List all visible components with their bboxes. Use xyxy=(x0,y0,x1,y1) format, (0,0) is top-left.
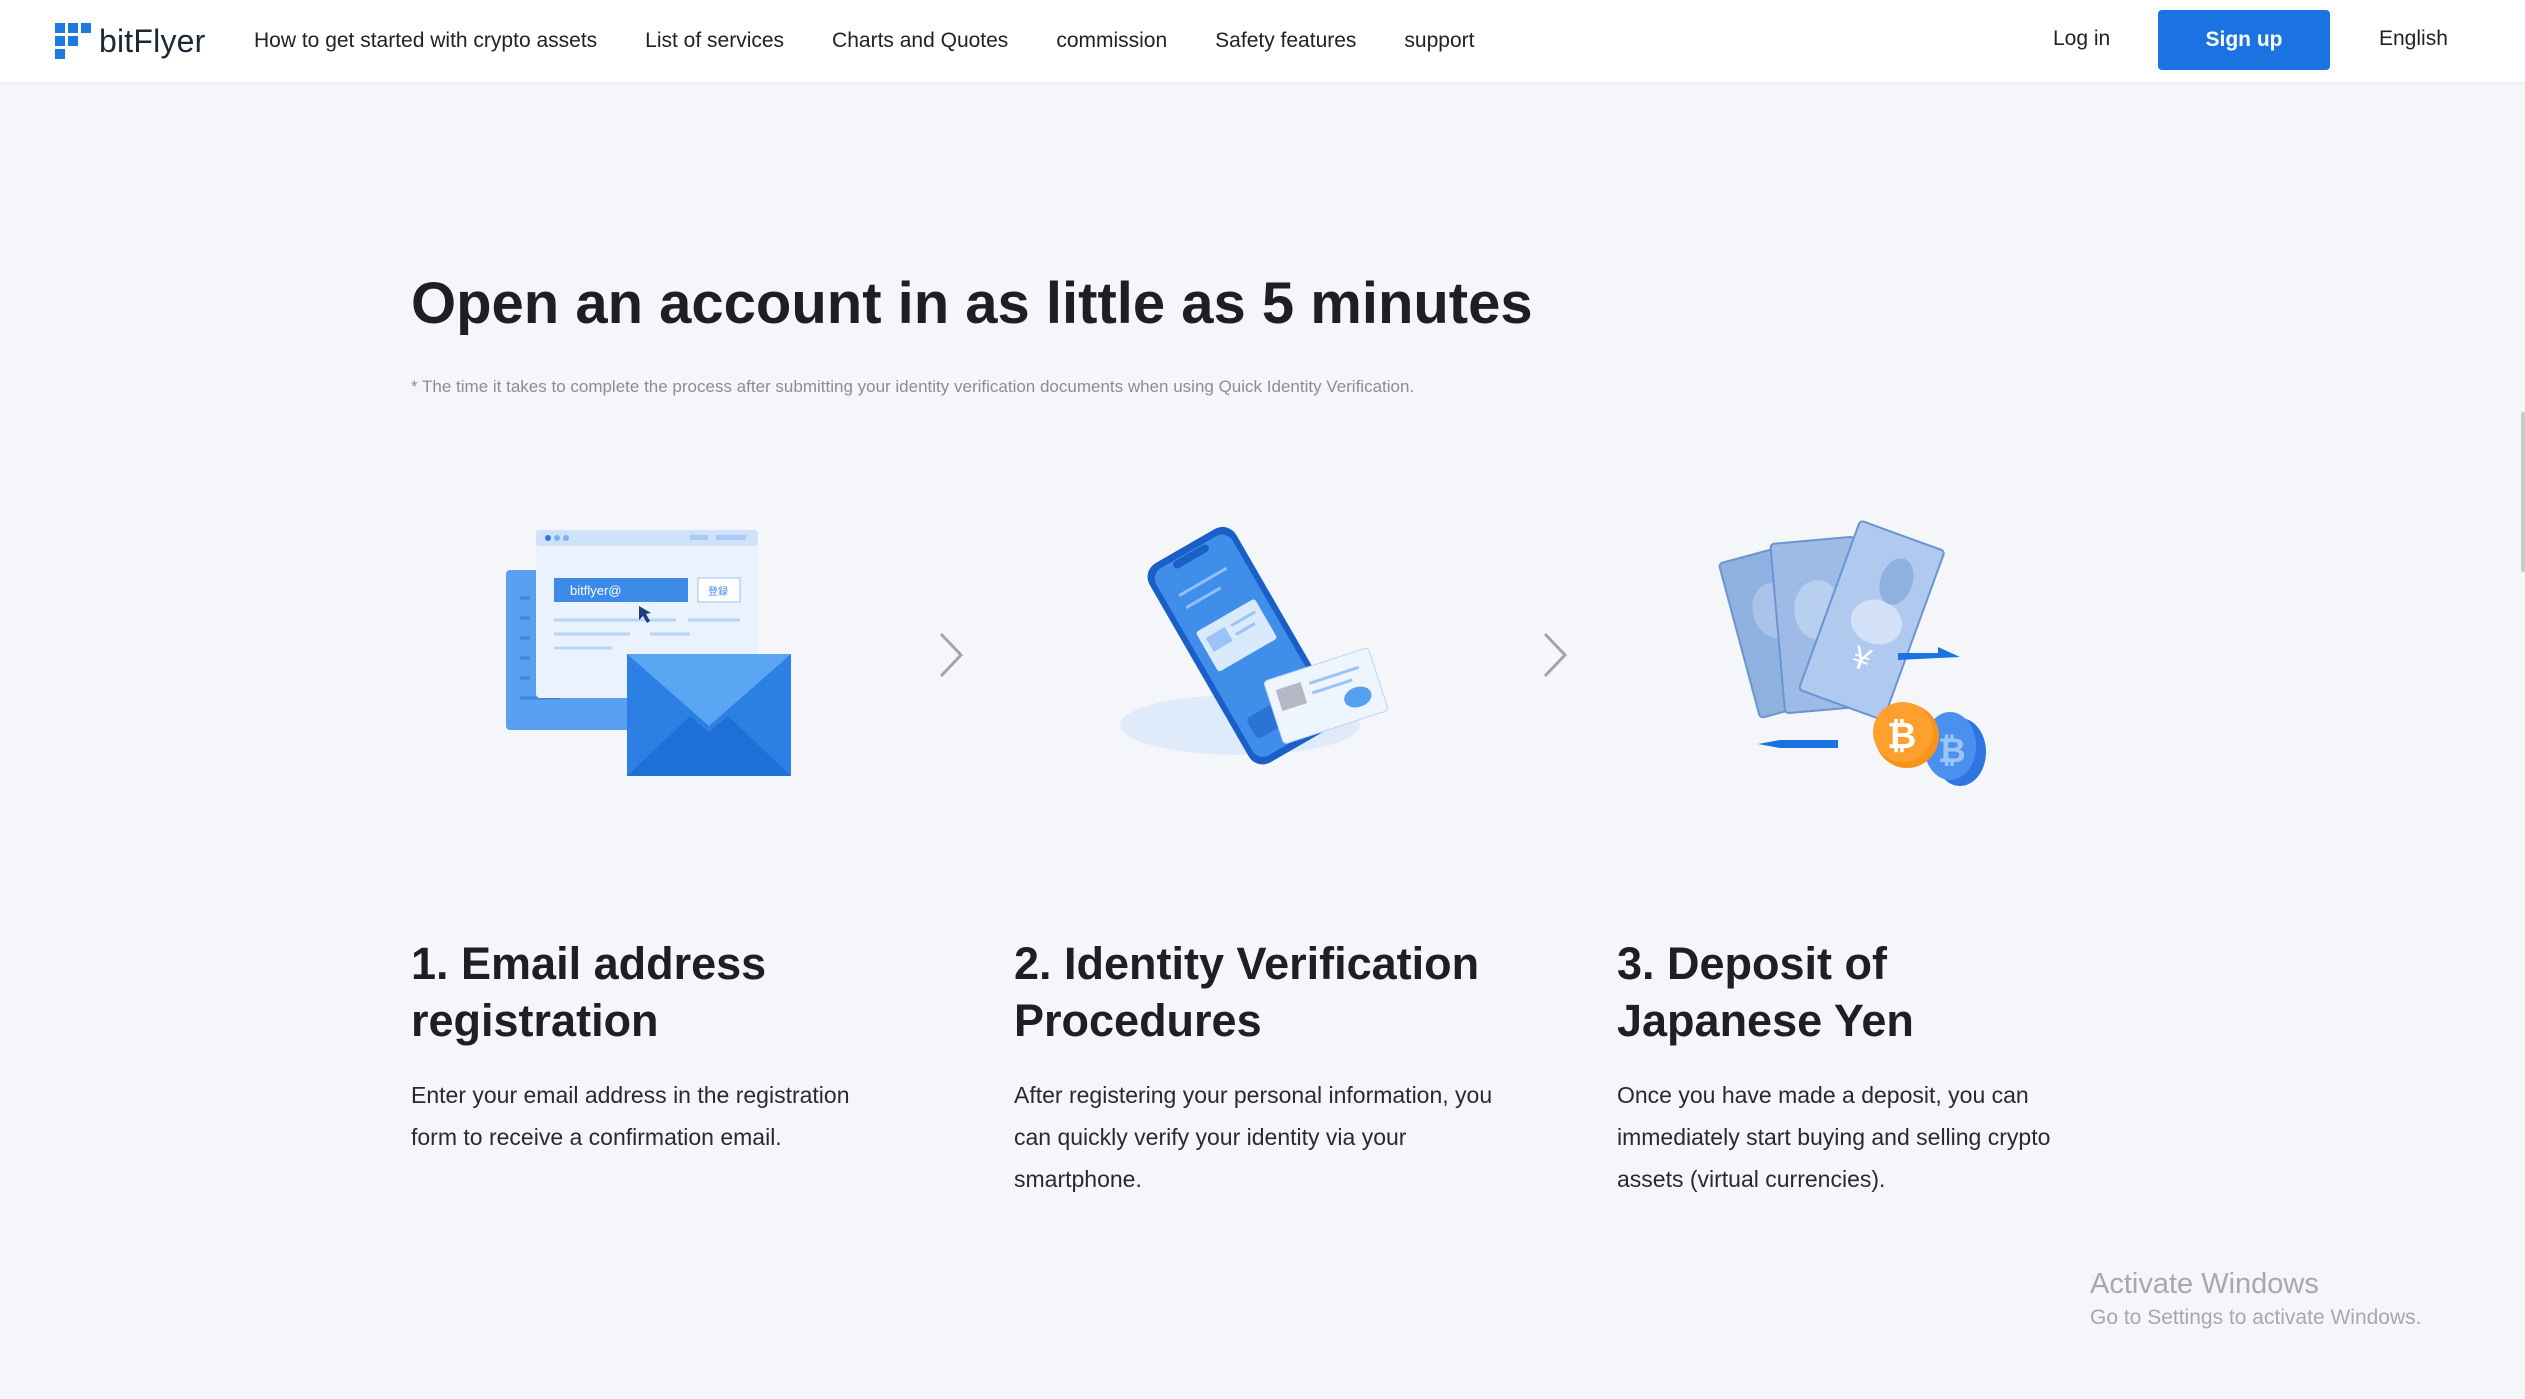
nav-item-commission[interactable]: commission xyxy=(1056,29,1167,53)
step-2-title: 2. Identity Verification Procedures xyxy=(1014,938,1480,1046)
section-title: Open an account in as little as 5 minute… xyxy=(411,271,1533,336)
language-selector[interactable]: English xyxy=(2379,27,2448,51)
windows-activation-title: Activate Windows xyxy=(2090,1268,2319,1300)
section-footnote: * The time it takes to complete the proc… xyxy=(411,377,1415,396)
nav-item-support[interactable]: support xyxy=(1404,29,1474,53)
illustration-email-text: bitflyer@ xyxy=(570,583,622,598)
step-1-description: Enter your email address in the registra… xyxy=(411,1082,850,1150)
step-3-title: 3. Deposit of Japanese Yen xyxy=(1617,938,1914,1046)
email-envelope-browser-icon: bitflyer@ 登録 xyxy=(500,520,800,780)
smartphone-id-card-icon xyxy=(1090,525,1410,775)
logo-text: bitFlyer xyxy=(99,22,206,59)
nav-item-services[interactable]: List of services xyxy=(645,29,784,53)
bitflyer-logo-icon xyxy=(55,23,91,59)
bitflyer-logo[interactable]: bitFlyer xyxy=(55,22,206,60)
step-3-description: Once you have made a deposit, you can im… xyxy=(1617,1082,2051,1192)
svg-text:₿: ₿ xyxy=(1938,731,1966,771)
top-navigation-bar: bitFlyer How to get started with crypto … xyxy=(0,0,2525,82)
step-arrow-1-icon xyxy=(935,630,965,680)
signup-button[interactable]: Sign up xyxy=(2158,10,2330,70)
windows-activation-subtitle: Go to Settings to activate Windows. xyxy=(2090,1306,2422,1329)
yen-bills-bitcoin-icon: ¥ ₿ ₿ xyxy=(1710,500,2010,800)
page-scrollbar[interactable] xyxy=(2519,82,2525,1399)
svg-text:₿: ₿ xyxy=(1887,716,1916,757)
nav-item-safety-features[interactable]: Safety features xyxy=(1215,29,1356,53)
nav-item-get-started[interactable]: How to get started with crypto assets xyxy=(254,29,597,53)
illustration-register-text: 登録 xyxy=(708,585,728,598)
nav-item-charts-quotes[interactable]: Charts and Quotes xyxy=(832,29,1008,53)
login-link[interactable]: Log in xyxy=(2053,27,2110,51)
scrollbar-thumb[interactable] xyxy=(2521,412,2525,572)
main-nav: How to get started with crypto assets Li… xyxy=(254,0,1522,82)
step-arrow-2-icon xyxy=(1539,630,1569,680)
step-2-description: After registering your personal informat… xyxy=(1014,1082,1493,1192)
step-1-title: 1. Email address registration xyxy=(411,938,767,1046)
